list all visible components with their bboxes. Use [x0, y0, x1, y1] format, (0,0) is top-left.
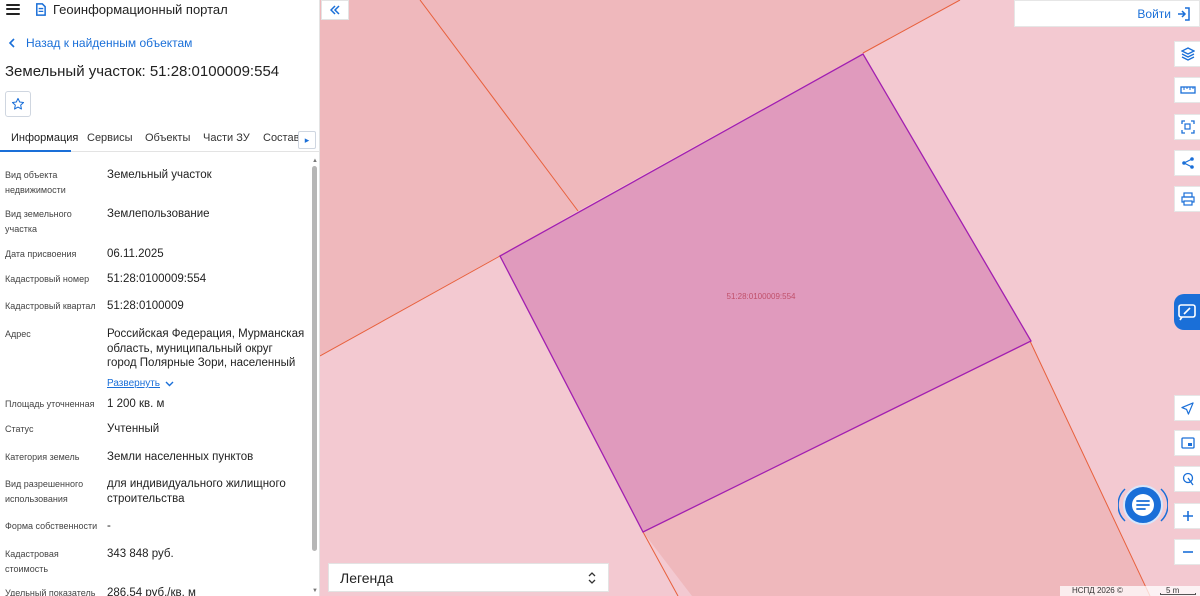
chevron-down-icon — [165, 381, 174, 386]
logo-icon — [36, 2, 46, 16]
chat-icon — [1117, 485, 1169, 525]
parcel-label: 51:28:0100009:554 — [727, 292, 797, 301]
info-value: 343 848 руб. — [107, 548, 174, 560]
double-chevron-left-icon — [330, 5, 340, 15]
scroll-up-arrow[interactable]: ▲ — [312, 158, 318, 164]
info-label: Кадастровая стоимость — [5, 549, 59, 574]
print-button[interactable] — [1174, 186, 1200, 212]
info-value: Землепользование — [107, 208, 210, 220]
tab-parts[interactable]: Части ЗУ — [203, 132, 250, 144]
login-label: Войти — [1137, 6, 1171, 21]
info-value: Учтенный — [107, 423, 160, 435]
info-value: 51:28:0100009 — [107, 300, 184, 312]
select-area-button[interactable] — [1174, 114, 1200, 140]
back-link-label: Назад к найденным объектам — [26, 36, 193, 50]
basemap-button[interactable] — [1174, 430, 1200, 456]
info-label: Вид объекта недвижимости — [5, 170, 66, 195]
basemap-icon — [1180, 437, 1195, 449]
info-label: Категория земель — [5, 452, 80, 462]
scroll-thumb[interactable] — [312, 166, 317, 551]
info-label: Кадастровый номер — [5, 274, 90, 284]
tab-scroll-button[interactable]: ▸ — [298, 131, 316, 149]
info-value: 06.11.2025 — [107, 248, 164, 260]
info-value: 286,54 руб./кв. м — [107, 587, 196, 596]
map-canvas[interactable]: 51:28:0100009:554 — [320, 0, 1200, 596]
expand-collapse-icon — [588, 571, 596, 584]
ruler-button[interactable] — [1174, 77, 1200, 103]
navigation-icon — [1181, 401, 1194, 415]
zoom-in-icon — [1182, 511, 1193, 521]
chat-assistant-button[interactable] — [1117, 480, 1169, 530]
favorite-button[interactable] — [5, 91, 31, 117]
layers-icon — [1180, 47, 1195, 61]
info-value: 51:28:0100009:554 — [107, 273, 207, 285]
login-button[interactable]: Войти — [1014, 0, 1200, 27]
info-label: Форма собственности — [5, 521, 98, 531]
info-value: - — [107, 520, 111, 532]
chevron-right-icon: ▸ — [304, 134, 310, 145]
copyright-text: НСПД 2026 © — [1072, 586, 1123, 595]
feedback-button[interactable] — [1174, 294, 1200, 330]
print-icon — [1180, 192, 1195, 206]
info-label: Статус — [5, 424, 34, 434]
star-icon — [11, 97, 25, 110]
zoom-out-icon — [1182, 551, 1193, 553]
expand-label: Развернуть — [107, 378, 161, 389]
zoom-out-button[interactable] — [1174, 539, 1200, 565]
info-value: 1 200 кв. м — [107, 398, 165, 410]
expand-link[interactable]: Развернуть — [107, 378, 174, 389]
info-value: для индивидуального жилищного строительс… — [107, 478, 286, 505]
info-label: Кадастровый квартал — [5, 301, 96, 311]
tab-bar: Информация Сервисы Объекты Части ЗУ Сост… — [0, 124, 319, 152]
active-tab-indicator — [0, 150, 71, 152]
feedback-icon — [1178, 304, 1196, 321]
expand-row: Развернуть — [107, 373, 227, 391]
tab-info[interactable]: Информация — [11, 132, 78, 144]
collapse-sidebar-button[interactable] — [321, 0, 349, 20]
info-label: Вид земельного участка — [5, 209, 72, 234]
info-value: Земли населенных пунктов — [107, 451, 254, 463]
info-label: Вид разрешенного использования — [5, 479, 84, 504]
info-panel: Вид объекта недвижимости Земельный участ… — [0, 158, 310, 596]
share-button[interactable] — [1174, 150, 1200, 176]
map-attribution: НСПД 2026 © 5 m — [1060, 586, 1200, 596]
select-area-icon — [1180, 120, 1195, 134]
top-bar: Геоинформационный портал — [0, 0, 319, 18]
app-root: Геоинформационный портал Назад к найденн… — [0, 0, 1200, 596]
navigation-button[interactable] — [1174, 395, 1200, 421]
tab-objects[interactable]: Объекты — [145, 132, 190, 144]
scale-bar — [1160, 593, 1196, 595]
layers-button[interactable] — [1174, 41, 1200, 67]
info-label: Площадь уточненная — [5, 399, 95, 409]
zoom-in-button[interactable] — [1174, 503, 1200, 529]
info-label: Дата присвоения — [5, 249, 77, 259]
scrollbar[interactable]: ▲ ▼ — [312, 158, 318, 596]
sidebar: Геоинформационный портал Назад к найденн… — [0, 0, 320, 596]
scroll-down-arrow[interactable]: ▼ — [312, 588, 318, 594]
share-icon — [1181, 157, 1194, 169]
menu-icon[interactable] — [6, 3, 20, 15]
legend-dropdown[interactable]: Легенда — [328, 563, 609, 592]
app-title: Геоинформационный портал — [53, 1, 228, 17]
info-value: Российская Федерация, Мурманская область… — [107, 328, 305, 369]
back-link[interactable]: Назад к найденным объектам — [8, 36, 192, 50]
legend-label: Легенда — [340, 569, 394, 586]
tab-composition[interactable]: Состав — [263, 132, 299, 144]
locate-icon — [1182, 472, 1194, 486]
locate-button[interactable] — [1174, 466, 1200, 492]
login-icon — [1178, 6, 1190, 21]
ruler-icon — [1179, 86, 1196, 94]
tab-services[interactable]: Сервисы — [87, 132, 133, 144]
info-value: Земельный участок — [107, 169, 212, 181]
info-label: Адрес — [5, 329, 31, 339]
chevron-left-icon — [8, 38, 15, 48]
map-drawing: 51:28:0100009:554 — [320, 0, 1151, 596]
object-title: Земельный участок: 51:28:0100009:554 — [5, 63, 280, 80]
info-label: Удельный показатель — [5, 588, 96, 596]
